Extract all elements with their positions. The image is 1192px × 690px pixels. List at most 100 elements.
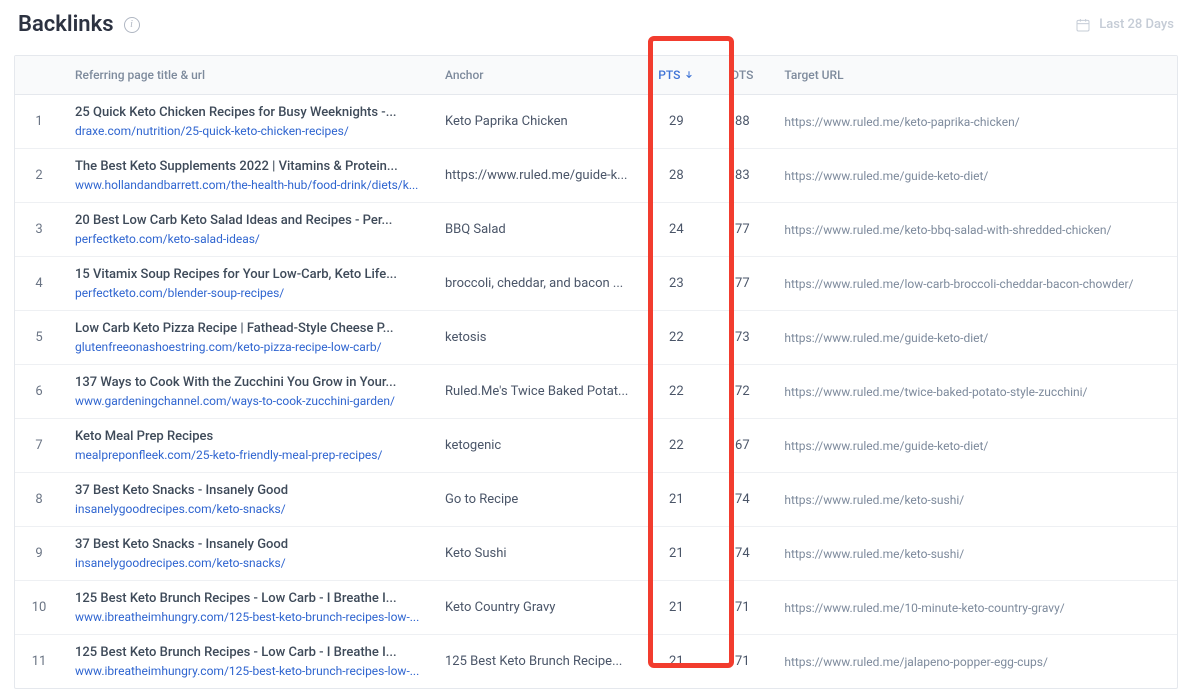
table-row: 4 15 Vitamix Soup Recipes for Your Low-Ca… bbox=[15, 257, 1177, 311]
target-cell: https://www.ruled.me/keto-paprika-chicke… bbox=[772, 95, 1177, 149]
referring-cell: 15 Vitamix Soup Recipes for Your Low-Car… bbox=[63, 257, 433, 311]
row-index: 1 bbox=[15, 95, 63, 149]
referring-title[interactable]: Low Carb Keto Pizza Recipe | Fathead-Sty… bbox=[75, 321, 421, 336]
target-cell: https://www.ruled.me/guide-keto-diet/ bbox=[772, 149, 1177, 203]
anchor-cell: Keto Country Gravy bbox=[433, 581, 640, 635]
referring-url[interactable]: insanelygoodrecipes.com/keto-snacks/ bbox=[75, 556, 421, 570]
target-url[interactable]: https://www.ruled.me/twice-baked-potato-… bbox=[784, 385, 1164, 399]
backlinks-table-container: Referring page title & url Anchor PTS bbox=[14, 55, 1178, 689]
referring-url[interactable]: perfectketo.com/keto-salad-ideas/ bbox=[75, 232, 421, 246]
anchor-text: Keto Paprika Chicken bbox=[445, 114, 628, 129]
target-cell: https://www.ruled.me/keto-sushi/ bbox=[772, 473, 1177, 527]
target-cell: https://www.ruled.me/low-carb-broccoli-c… bbox=[772, 257, 1177, 311]
referring-url[interactable]: draxe.com/nutrition/25-quick-keto-chicke… bbox=[75, 124, 421, 138]
row-index: 6 bbox=[15, 365, 63, 419]
anchor-cell: 125 Best Keto Brunch Recipe... bbox=[433, 635, 640, 689]
target-url[interactable]: https://www.ruled.me/guide-keto-diet/ bbox=[784, 331, 1164, 345]
target-url[interactable]: https://www.ruled.me/low-carb-broccoli-c… bbox=[784, 277, 1164, 291]
referring-cell: 37 Best Keto Snacks - Insanely Good insan… bbox=[63, 527, 433, 581]
anchor-text: ketosis bbox=[445, 330, 628, 345]
row-index: 7 bbox=[15, 419, 63, 473]
dts-cell: 73 bbox=[712, 311, 772, 365]
dts-cell: 83 bbox=[712, 149, 772, 203]
target-url[interactable]: https://www.ruled.me/jalapeno-popper-egg… bbox=[784, 655, 1164, 669]
pts-cell: 22 bbox=[640, 365, 712, 419]
referring-title[interactable]: 125 Best Keto Brunch Recipes - Low Carb … bbox=[75, 591, 421, 606]
table-row: 320 Best Low Carb Keto Salad Ideas and R… bbox=[15, 203, 1177, 257]
anchor-cell: Ruled.Me's Twice Baked Potat... bbox=[433, 365, 640, 419]
pts-cell: 22 bbox=[640, 419, 712, 473]
referring-url[interactable]: www.hollandandbarrett.com/the-health-hub… bbox=[75, 178, 421, 192]
col-header-referring[interactable]: Referring page title & url bbox=[63, 56, 433, 95]
anchor-text: https://www.ruled.me/guide-k... bbox=[445, 168, 628, 183]
target-url[interactable]: https://www.ruled.me/10-minute-keto-coun… bbox=[784, 601, 1164, 615]
row-index: 4 bbox=[15, 257, 63, 311]
referring-cell: 137 Ways to Cook With the Zucchini You G… bbox=[63, 365, 433, 419]
table-row: 7 Keto Meal Prep Recipes mealpreponfleek.c… bbox=[15, 419, 1177, 473]
anchor-cell: broccoli, cheddar, and bacon ... bbox=[433, 257, 640, 311]
pts-cell: 21 bbox=[640, 635, 712, 689]
pts-cell: 24 bbox=[640, 203, 712, 257]
target-url[interactable]: https://www.ruled.me/guide-keto-diet/ bbox=[784, 169, 1164, 183]
referring-title[interactable]: 37 Best Keto Snacks - Insanely Good bbox=[75, 483, 421, 498]
col-header-pts[interactable]: PTS bbox=[640, 56, 712, 95]
row-index: 9 bbox=[15, 527, 63, 581]
pts-cell: 22 bbox=[640, 311, 712, 365]
referring-url[interactable]: www.ibreatheimhungry.com/125-best-keto-b… bbox=[75, 664, 421, 678]
col-header-dts[interactable]: DTS bbox=[712, 56, 772, 95]
target-url[interactable]: https://www.ruled.me/guide-keto-diet/ bbox=[784, 439, 1164, 453]
date-range-label: Last 28 Days bbox=[1099, 17, 1174, 32]
target-cell: https://www.ruled.me/guide-keto-diet/ bbox=[772, 419, 1177, 473]
anchor-cell: Keto Paprika Chicken bbox=[433, 95, 640, 149]
anchor-cell: ketosis bbox=[433, 311, 640, 365]
backlinks-table: Referring page title & url Anchor PTS bbox=[15, 56, 1177, 688]
referring-title[interactable]: The Best Keto Supplements 2022 | Vitamin… bbox=[75, 159, 421, 174]
anchor-text: broccoli, cheddar, and bacon ... bbox=[445, 276, 628, 291]
target-url[interactable]: https://www.ruled.me/keto-paprika-chicke… bbox=[784, 115, 1164, 129]
pts-cell: 21 bbox=[640, 473, 712, 527]
anchor-text: Ruled.Me's Twice Baked Potat... bbox=[445, 384, 628, 399]
target-url[interactable]: https://www.ruled.me/keto-bbq-salad-with… bbox=[784, 223, 1164, 237]
row-index: 8 bbox=[15, 473, 63, 527]
dts-cell: 77 bbox=[712, 257, 772, 311]
target-url[interactable]: https://www.ruled.me/keto-sushi/ bbox=[784, 547, 1164, 561]
referring-cell: 25 Quick Keto Chicken Recipes for Busy W… bbox=[63, 95, 433, 149]
col-header-anchor[interactable]: Anchor bbox=[433, 56, 640, 95]
referring-title[interactable]: Keto Meal Prep Recipes bbox=[75, 429, 421, 444]
calendar-icon bbox=[1075, 17, 1091, 33]
col-header-target[interactable]: Target URL bbox=[772, 56, 1177, 95]
target-cell: https://www.ruled.me/twice-baked-potato-… bbox=[772, 365, 1177, 419]
row-index: 5 bbox=[15, 311, 63, 365]
target-cell: https://www.ruled.me/keto-sushi/ bbox=[772, 527, 1177, 581]
row-index: 2 bbox=[15, 149, 63, 203]
table-row: 2 The Best Keto Supplements 2022 | Vitami… bbox=[15, 149, 1177, 203]
referring-title[interactable]: 15 Vitamix Soup Recipes for Your Low-Car… bbox=[75, 267, 421, 282]
referring-title[interactable]: 20 Best Low Carb Keto Salad Ideas and Re… bbox=[75, 213, 421, 228]
referring-title[interactable]: 125 Best Keto Brunch Recipes - Low Carb … bbox=[75, 645, 421, 660]
referring-url[interactable]: www.ibreatheimhungry.com/125-best-keto-b… bbox=[75, 610, 421, 624]
referring-url[interactable]: glutenfreeonashoestring.com/keto-pizza-r… bbox=[75, 340, 421, 354]
referring-title[interactable]: 137 Ways to Cook With the Zucchini You G… bbox=[75, 375, 421, 390]
dts-cell: 72 bbox=[712, 365, 772, 419]
anchor-text: ketogenic bbox=[445, 438, 628, 453]
date-range-picker[interactable]: Last 28 Days bbox=[1075, 17, 1174, 33]
pts-cell: 21 bbox=[640, 581, 712, 635]
referring-url[interactable]: insanelygoodrecipes.com/keto-snacks/ bbox=[75, 502, 421, 516]
table-row: 6 137 Ways to Cook With the Zucchini You … bbox=[15, 365, 1177, 419]
pts-cell: 29 bbox=[640, 95, 712, 149]
referring-url[interactable]: perfectketo.com/blender-soup-recipes/ bbox=[75, 286, 421, 300]
table-row: 1 25 Quick Keto Chicken Recipes for Busy … bbox=[15, 95, 1177, 149]
dts-cell: 71 bbox=[712, 581, 772, 635]
target-cell: https://www.ruled.me/keto-bbq-salad-with… bbox=[772, 203, 1177, 257]
referring-title[interactable]: 37 Best Keto Snacks - Insanely Good bbox=[75, 537, 421, 552]
info-icon[interactable]: i bbox=[124, 17, 140, 33]
target-url[interactable]: https://www.ruled.me/keto-sushi/ bbox=[784, 493, 1164, 507]
dts-cell: 74 bbox=[712, 473, 772, 527]
target-cell: https://www.ruled.me/guide-keto-diet/ bbox=[772, 311, 1177, 365]
referring-url[interactable]: mealpreponfleek.com/25-keto-friendly-mea… bbox=[75, 448, 421, 462]
referring-title[interactable]: 25 Quick Keto Chicken Recipes for Busy W… bbox=[75, 105, 421, 120]
anchor-cell: Go to Recipe bbox=[433, 473, 640, 527]
table-row: 5 Low Carb Keto Pizza Recipe | Fathead-St… bbox=[15, 311, 1177, 365]
pts-cell: 28 bbox=[640, 149, 712, 203]
referring-url[interactable]: www.gardeningchannel.com/ways-to-cook-zu… bbox=[75, 394, 421, 408]
